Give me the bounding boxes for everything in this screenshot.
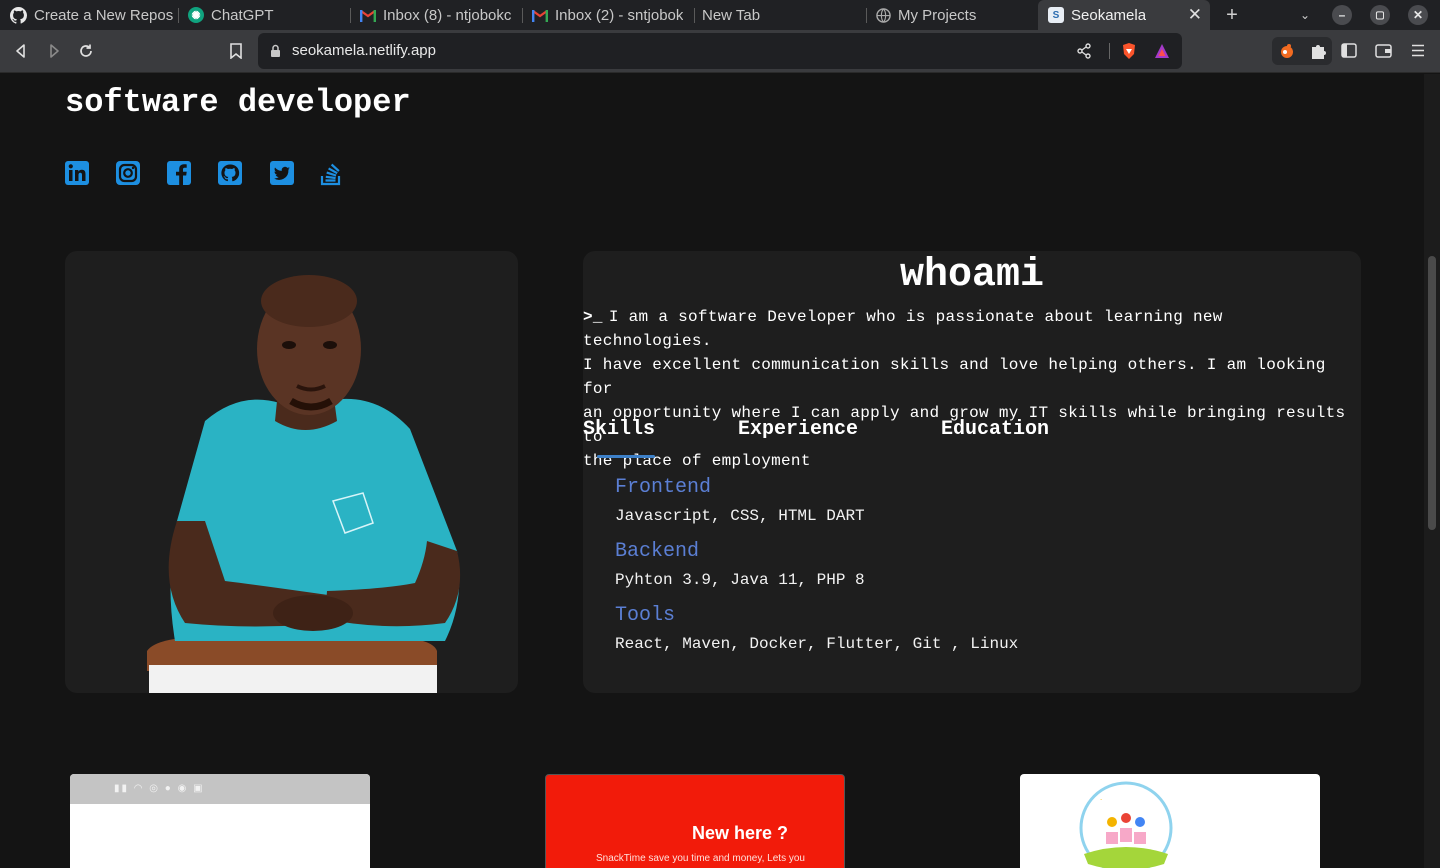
profile-photo [147,275,461,693]
reload-icon[interactable] [78,43,94,59]
bookmark-icon[interactable] [229,43,243,59]
project-headline: New here ? [692,823,789,843]
twitter-icon[interactable] [269,160,295,186]
github-icon [10,6,27,24]
tab-label: Inbox (2) - sntjobok [555,6,684,24]
brave-shield-icon[interactable] [1121,42,1137,60]
wallet-icon[interactable] [1375,43,1392,58]
scrollbar-thumb[interactable] [1428,256,1436,530]
tab-label: ChatGPT [211,6,274,24]
brave-rewards-icon[interactable] [1154,43,1170,59]
tab-skills[interactable]: Skills [583,418,655,441]
about-line: I have excellent communication skills an… [583,356,1326,398]
about-line: I am a software Developer who is passion… [583,308,1223,350]
puzzle-icon[interactable] [1309,42,1327,60]
linkedin-icon[interactable] [64,160,90,186]
page-scrollbar[interactable] [1424,74,1440,868]
instagram-icon[interactable] [115,160,141,186]
tab-chatgpt[interactable]: ✺ ChatGPT [178,0,348,30]
sidebar-icon[interactable] [1341,43,1357,58]
skill-list-tools: React, Maven, Docker, Flutter, Git , Lin… [615,635,1019,653]
skill-list-backend: Pyhton 3.9, Java 11, PHP 8 [615,571,865,589]
address-bar[interactable]: seokamela.netlify.app [258,33,1182,69]
tab-inbox-1[interactable]: Inbox (8) - ntjobokc [350,0,520,30]
tab-inbox-2[interactable]: Inbox (2) - sntjobok [522,0,692,30]
menu-icon[interactable] [1411,44,1425,57]
new-tab-button[interactable]: + [1222,4,1242,26]
skill-title-tools: Tools [615,604,676,627]
about-paragraph: >_ I am a software Developer who is passi… [583,305,1361,473]
facebook-icon[interactable] [166,160,192,186]
tab-education[interactable]: Education [941,418,1049,441]
whoami-card: whoami >_ I am a software Developer who i… [583,251,1361,693]
skill-list-frontend: Javascript, CSS, HTML DART [615,507,865,525]
tab-label: Inbox (8) - ntjobokc [383,6,512,24]
whoami-title: whoami [899,253,1045,298]
tab-seokamela[interactable]: S Seokamela ✕ [1038,0,1210,30]
svg-text:·: · [1100,796,1102,804]
stackoverflow-icon[interactable] [318,160,344,186]
status-icons: ▮▮ ◠ ◎ ● ◉ ▣ [114,783,205,794]
tab-create-repo[interactable]: Create a New Repos [0,0,176,30]
browser-toolbar: seokamela.netlify.app [0,30,1440,73]
close-icon[interactable]: ✕ [1188,5,1202,25]
tab-label: New Tab [702,6,761,24]
gmail-icon [532,9,548,22]
skill-title-frontend: Frontend [615,476,712,499]
site-favicon-icon: S [1048,7,1064,23]
project-logo: · [1079,781,1173,868]
tab-label: Seokamela [1071,6,1147,24]
tab-bar: Create a New Repos ✺ ChatGPT Inbox (8) -… [0,0,1440,30]
globe-icon [876,7,891,23]
about-line: the place of employment [583,452,811,470]
forward-icon[interactable] [46,43,62,59]
skill-title-backend: Backend [615,540,700,563]
chevron-down-icon[interactable]: ⌄ [1296,6,1314,24]
url-text: seokamela.netlify.app [292,42,436,59]
maximize-button[interactable]: ▢ [1370,5,1390,25]
project-card-2[interactable]: New here ? SnackTime save you time and m… [545,774,845,868]
page-viewport: software developer whoami >_ I am a soft… [0,74,1424,868]
project-subtext: SnackTime save you time and money, Lets … [596,853,805,864]
github-icon[interactable] [217,160,243,186]
profile-photo-card [65,251,518,693]
extension-leo-icon[interactable] [1278,42,1296,60]
active-tab-indicator [597,455,655,458]
chatgpt-icon: ✺ [188,7,204,23]
gmail-icon [360,9,376,22]
project-card-3[interactable]: · [1020,774,1320,868]
minimize-button[interactable]: – [1332,5,1352,25]
close-window-button[interactable]: ✕ [1408,5,1428,25]
tab-experience[interactable]: Experience [738,418,858,441]
tab-label: Create a New Repos [34,6,174,24]
role-heading: software developer [65,84,411,121]
tab-my-projects[interactable]: My Projects [866,0,1036,30]
project-card-1[interactable]: ▮▮ ◠ ◎ ● ◉ ▣ [70,774,370,868]
share-icon[interactable] [1076,43,1092,59]
back-icon[interactable] [13,43,29,59]
tab-new-tab[interactable]: New Tab [692,0,864,30]
terminal-prompt-icon: >_ [583,308,603,326]
lock-icon [271,44,280,57]
tab-label: My Projects [898,6,977,24]
